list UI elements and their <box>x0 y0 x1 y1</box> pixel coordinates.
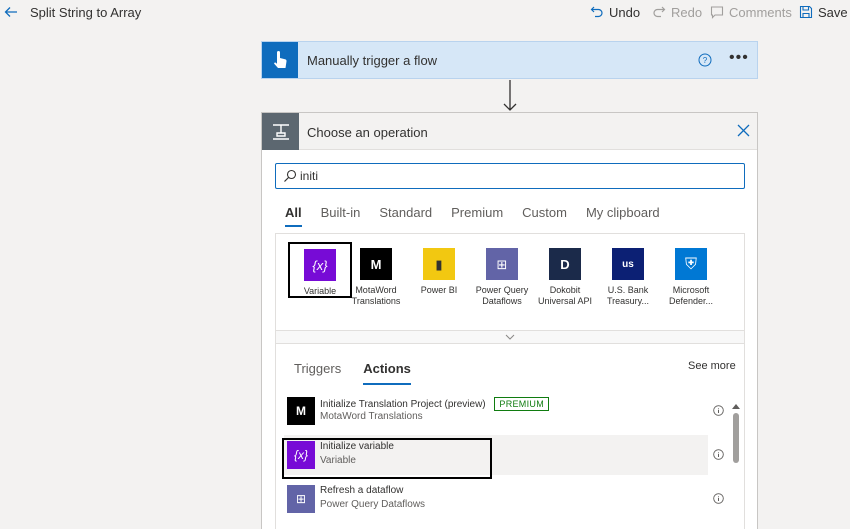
connector-label: MotaWord <box>355 285 397 295</box>
dokobit-icon: D <box>549 248 581 280</box>
help-icon[interactable]: ? <box>698 53 712 67</box>
tab-standard[interactable]: Standard <box>379 205 432 227</box>
search-icon <box>284 169 297 182</box>
touch-hand-icon <box>274 51 287 68</box>
info-icon[interactable] <box>713 493 724 504</box>
variable-icon: {x} <box>304 249 336 281</box>
power-bi-icon: ▮ <box>423 248 455 280</box>
highlight-box <box>282 438 492 479</box>
connector-label: Power BI <box>420 285 458 295</box>
action-initialize-translation-project[interactable]: M Initialize Translation Project (previe… <box>284 391 708 431</box>
connector-microsoft-defender[interactable]: ⛨ Microsoft Defender... <box>659 242 723 307</box>
tab-actions[interactable]: Actions <box>363 361 411 385</box>
save-icon <box>799 5 813 19</box>
expand-connectors-button[interactable] <box>275 330 745 344</box>
operation-icon <box>262 113 299 150</box>
connector-power-bi[interactable]: ▮ Power BI <box>407 242 471 296</box>
redo-icon <box>653 6 666 18</box>
back-arrow-icon[interactable] <box>3 4 19 20</box>
search-box[interactable] <box>275 163 745 189</box>
save-button[interactable]: Save <box>799 3 848 21</box>
motaword-icon: M <box>360 248 392 280</box>
motaword-icon: M <box>287 397 315 425</box>
command-bar: Split String to Array Undo Redo Comments… <box>0 0 850 26</box>
trigger-title: Manually trigger a flow <box>307 53 438 68</box>
action-subtitle: Power Query Dataflows <box>320 499 426 510</box>
tab-built-in[interactable]: Built-in <box>321 205 361 227</box>
tab-my-clipboard[interactable]: My clipboard <box>586 205 660 227</box>
category-tabs: All Built-in Standard Premium Custom My … <box>285 205 679 227</box>
comment-icon <box>710 6 724 19</box>
tab-all[interactable]: All <box>285 205 302 227</box>
redo-button[interactable]: Redo <box>652 3 702 21</box>
chevron-down-icon <box>505 334 515 340</box>
power-query-icon: ⊞ <box>486 248 518 280</box>
connector-grid: {x} Variable M MotaWord Translations ▮ P… <box>275 233 745 331</box>
undo-button[interactable]: Undo <box>590 3 640 21</box>
tab-triggers[interactable]: Triggers <box>294 361 341 385</box>
info-icon[interactable] <box>713 405 724 416</box>
defender-shield-icon: ⛨ <box>675 248 707 280</box>
trigger-action-tabs: Triggers Actions <box>294 361 433 385</box>
scrollbar-thumb[interactable] <box>733 413 739 463</box>
step-icon <box>272 123 289 140</box>
tab-custom[interactable]: Custom <box>522 205 567 227</box>
close-icon[interactable] <box>737 124 750 137</box>
manual-trigger-icon <box>262 42 298 78</box>
info-icon[interactable] <box>713 449 724 460</box>
action-refresh-dataflow[interactable]: ⊞ Refresh a dataflow Power Query Dataflo… <box>284 479 708 519</box>
connector-label: Universal API <box>537 296 593 306</box>
search-input[interactable] <box>300 167 730 185</box>
connector-motaword[interactable]: M MotaWord Translations <box>344 242 408 307</box>
connector-label: Treasury... <box>606 296 649 306</box>
connector-arrow-icon <box>503 80 517 111</box>
connector-label: U.S. Bank <box>607 285 649 295</box>
connector-label: Variable <box>303 286 337 296</box>
connector-dokobit[interactable]: D Dokobit Universal API <box>533 242 597 307</box>
connector-label: Dataflows <box>482 296 522 306</box>
connector-us-bank[interactable]: us U.S. Bank Treasury... <box>596 242 660 307</box>
connector-label: Power Query <box>475 285 529 295</box>
premium-badge: PREMIUM <box>494 397 550 411</box>
connector-variable[interactable]: {x} Variable <box>288 242 352 298</box>
power-query-icon: ⊞ <box>287 485 315 513</box>
operation-header: Choose an operation <box>262 113 757 150</box>
connector-label: Defender... <box>668 296 714 306</box>
more-options-icon[interactable]: ••• <box>729 50 753 68</box>
us-bank-icon: us <box>612 248 644 280</box>
comments-button[interactable]: Comments <box>710 3 792 21</box>
connector-label: Microsoft <box>672 285 710 295</box>
connector-label: Translations <box>351 296 401 306</box>
see-more-link[interactable]: See more <box>688 360 736 372</box>
svg-text:?: ? <box>703 56 708 65</box>
undo-icon <box>590 6 603 18</box>
actions-section: Triggers Actions See more M Initialize T… <box>275 344 745 529</box>
connector-power-query[interactable]: ⊞ Power Query Dataflows <box>470 242 534 307</box>
tab-premium[interactable]: Premium <box>451 205 503 227</box>
action-title: Initialize Translation Project (preview) <box>320 399 486 410</box>
trigger-card[interactable]: Manually trigger a flow ? ••• <box>261 41 758 79</box>
flow-title: Split String to Array <box>30 5 142 20</box>
operation-title: Choose an operation <box>307 125 428 140</box>
scroll-up-icon[interactable] <box>732 403 740 409</box>
action-title: Refresh a dataflow <box>320 485 404 496</box>
connector-label: Dokobit <box>549 285 581 295</box>
action-subtitle: MotaWord Translations <box>320 411 423 422</box>
